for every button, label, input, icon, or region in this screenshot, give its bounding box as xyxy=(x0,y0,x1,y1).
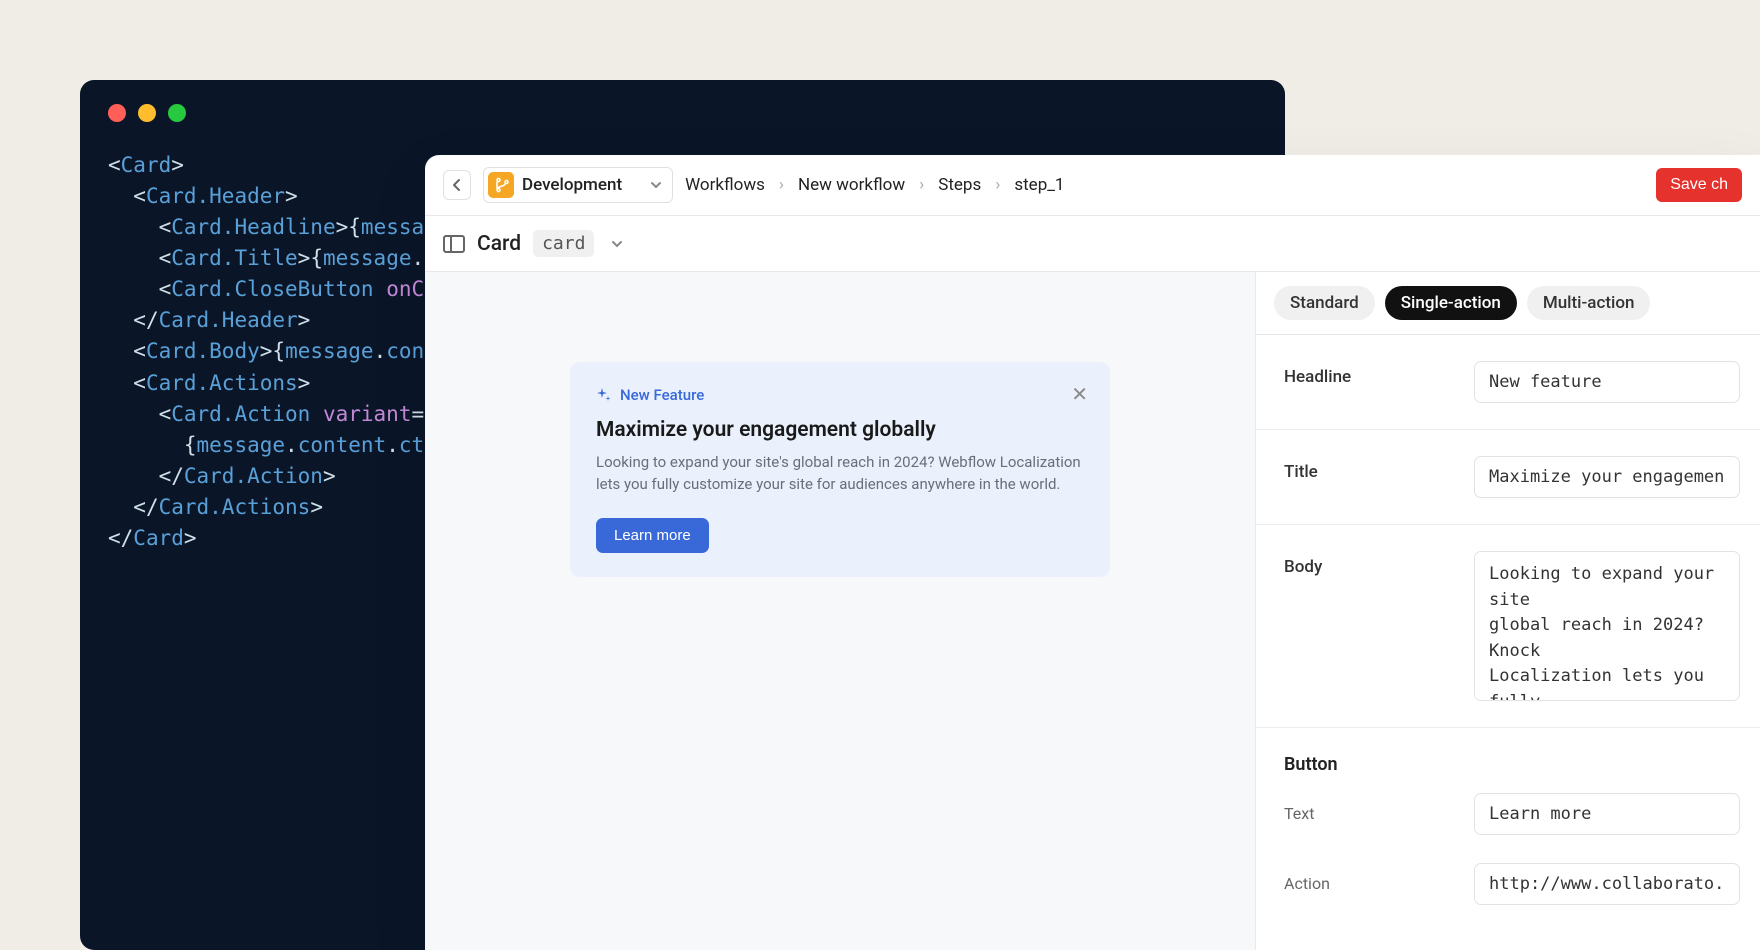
field-button-text-label: Text xyxy=(1284,804,1454,823)
preview-card: ✕ New Feature Maximize your engagement g… xyxy=(570,362,1110,577)
branch-icon xyxy=(488,172,514,198)
card-action-button[interactable]: Learn more xyxy=(596,518,709,553)
breadcrumb-workflows[interactable]: Workflows xyxy=(685,175,765,195)
body-textarea[interactable]: Looking to expand your site global reach… xyxy=(1474,551,1740,701)
field-body-label: Body xyxy=(1284,551,1454,577)
minimize-window-button[interactable] xyxy=(138,104,156,122)
inspector-panel: Standard Single-action Multi-action Head… xyxy=(1255,272,1760,950)
field-button-action-label: Action xyxy=(1284,874,1454,893)
sparkle-icon xyxy=(596,387,612,403)
breadcrumb-new-workflow[interactable]: New workflow xyxy=(798,175,905,195)
breadcrumbs: Workflows › New workflow › Steps › step_… xyxy=(685,175,1064,195)
app-window: Development Workflows › New workflow › S… xyxy=(425,155,1760,950)
tab-standard[interactable]: Standard xyxy=(1274,286,1375,320)
headline-input[interactable] xyxy=(1474,361,1740,403)
card-title-text: Maximize your engagement globally xyxy=(596,418,1084,442)
close-window-button[interactable] xyxy=(108,104,126,122)
field-headline-row: Headline xyxy=(1256,335,1760,430)
card-headline-text: New Feature xyxy=(620,386,704,404)
environment-selector[interactable]: Development xyxy=(483,167,673,203)
step-id-badge: card xyxy=(533,230,594,257)
breadcrumb-steps[interactable]: Steps xyxy=(938,175,981,195)
window-traffic-lights xyxy=(108,104,1257,122)
close-icon[interactable]: ✕ xyxy=(1071,382,1088,406)
field-button-text-row: Text xyxy=(1256,779,1760,849)
field-title-label: Title xyxy=(1284,456,1454,482)
save-button[interactable]: Save ch xyxy=(1656,168,1742,202)
tab-multi-action[interactable]: Multi-action xyxy=(1527,286,1651,320)
preview-pane: ✕ New Feature Maximize your engagement g… xyxy=(425,272,1255,950)
card-body-text: Looking to expand your site's global rea… xyxy=(596,452,1084,496)
chevron-right-icon: › xyxy=(919,175,924,195)
tab-single-action[interactable]: Single-action xyxy=(1385,286,1517,320)
variant-tabs: Standard Single-action Multi-action xyxy=(1256,272,1760,335)
step-menu-button[interactable] xyxy=(610,234,624,253)
title-input[interactable] xyxy=(1474,456,1740,498)
field-button-action-row: Action xyxy=(1256,849,1760,919)
chevron-right-icon: › xyxy=(779,175,784,195)
panel-left-icon[interactable] xyxy=(443,235,465,253)
field-body-row: Body Looking to expand your site global … xyxy=(1256,525,1760,728)
step-title: Card xyxy=(477,232,521,256)
button-text-input[interactable] xyxy=(1474,793,1740,835)
maximize-window-button[interactable] xyxy=(168,104,186,122)
button-action-input[interactable] xyxy=(1474,863,1740,905)
button-section-header: Button xyxy=(1256,728,1760,779)
back-button[interactable] xyxy=(443,170,471,200)
environment-label: Development xyxy=(522,175,622,195)
chevron-right-icon: › xyxy=(995,175,1000,195)
header-bar: Development Workflows › New workflow › S… xyxy=(425,155,1760,216)
main-content: ✕ New Feature Maximize your engagement g… xyxy=(425,272,1760,950)
fields-list: Headline Title Body Looking to expand yo… xyxy=(1256,335,1760,919)
field-headline-label: Headline xyxy=(1284,361,1454,387)
field-title-row: Title xyxy=(1256,430,1760,525)
toolbar: Card card xyxy=(425,216,1760,272)
button-section: Button Text Action xyxy=(1256,728,1760,919)
card-headline: New Feature xyxy=(596,386,1084,404)
breadcrumb-step1[interactable]: step_1 xyxy=(1014,175,1064,195)
